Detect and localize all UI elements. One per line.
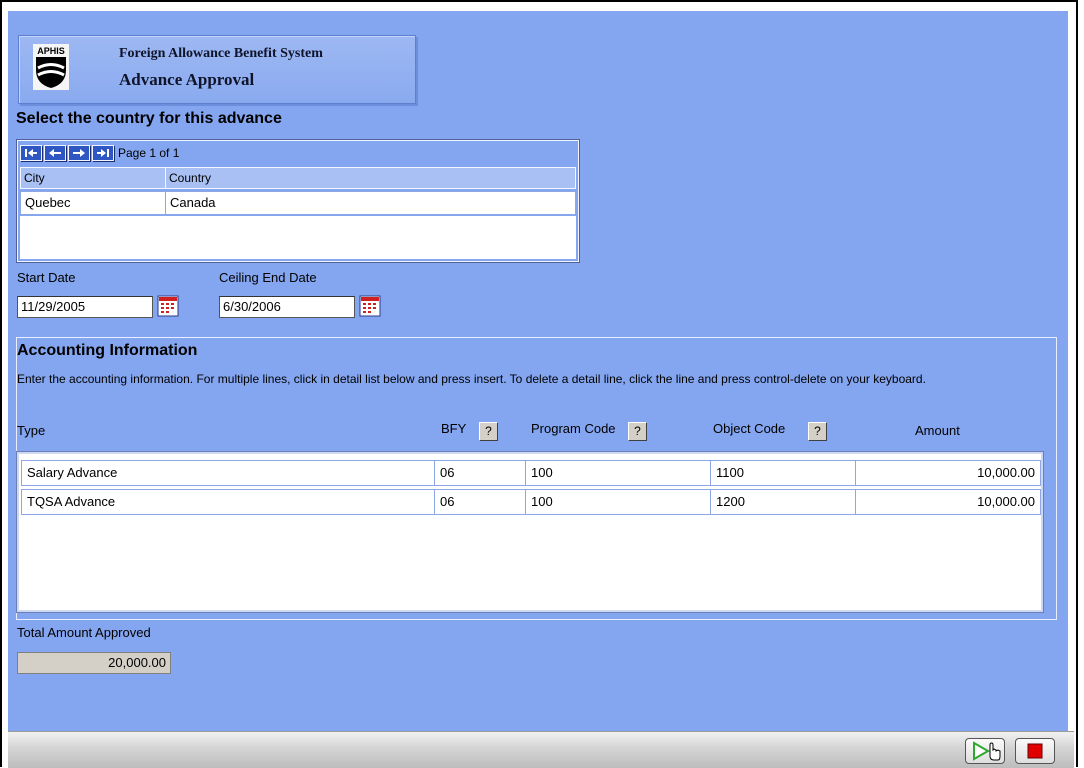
status-bar — [8, 731, 1074, 768]
accounting-title: Accounting Information — [17, 342, 198, 359]
column-header-type: Type — [17, 423, 46, 438]
column-header-program-code: Program Code — [531, 421, 616, 436]
column-header-amount: Amount — [915, 423, 960, 438]
city-cell: Quebec — [21, 192, 166, 214]
stop-icon — [1027, 743, 1043, 759]
stop-button[interactable] — [1015, 738, 1055, 764]
start-date-label: Start Date — [17, 270, 76, 285]
program-code-cell: 100 — [526, 461, 711, 485]
ceiling-end-date-input[interactable]: 6/30/2006 — [219, 296, 355, 318]
column-header-city[interactable]: City — [21, 168, 166, 188]
arrow-left-icon — [49, 149, 61, 157]
accounting-detail-grid[interactable]: Salary Advance 06 100 1100 10,000.00 TQS… — [16, 451, 1044, 613]
run-button[interactable] — [965, 738, 1005, 764]
table-row[interactable]: Quebec Canada — [20, 191, 576, 215]
logo-text: APHIS — [37, 46, 65, 56]
next-page-button[interactable] — [68, 145, 90, 161]
last-page-icon — [97, 149, 109, 157]
type-cell: Salary Advance — [22, 461, 435, 485]
accounting-instructions: Enter the accounting information. For mu… — [17, 372, 926, 386]
object-code-cell: 1200 — [711, 490, 856, 514]
country-grid-header: City Country — [20, 167, 576, 189]
start-date-input[interactable]: 11/29/2005 — [17, 296, 153, 318]
table-row[interactable]: TQSA Advance 06 100 1200 10,000.00 — [21, 489, 1041, 515]
screen-title: Advance Approval — [119, 70, 255, 89]
page-indicator: Page 1 of 1 — [118, 146, 180, 160]
object-code-help-button[interactable]: ? — [808, 422, 827, 441]
first-page-button[interactable] — [20, 145, 42, 161]
amount-cell: 10,000.00 — [977, 465, 1035, 480]
amount-cell: 10,000.00 — [977, 494, 1035, 509]
column-header-bfy: BFY — [441, 421, 467, 436]
column-header-object-code: Object Code — [713, 421, 786, 436]
pager: Page 1 of 1 — [20, 145, 179, 161]
country-cell: Canada — [170, 195, 216, 210]
calendar-icon[interactable] — [359, 295, 381, 317]
header-banner: APHIS Foreign Allowance Benefit System A… — [18, 35, 416, 104]
country-grid: Page 1 of 1 City Country Quebec Canada — [16, 139, 580, 263]
object-code-cell: 1100 — [711, 461, 856, 485]
first-page-icon — [25, 149, 37, 157]
system-name: Foreign Allowance Benefit System — [119, 46, 323, 61]
country-section-title: Select the country for this advance — [16, 110, 282, 127]
aphis-logo-icon: APHIS — [33, 44, 69, 90]
calendar-icon[interactable] — [157, 295, 179, 317]
program-code-help-button[interactable]: ? — [628, 422, 647, 441]
type-cell: TQSA Advance — [22, 490, 435, 514]
program-code-cell: 100 — [526, 490, 711, 514]
total-amount-field: 20,000.00 — [17, 652, 171, 674]
bfy-cell: 06 — [435, 490, 526, 514]
bfy-help-button[interactable]: ? — [479, 422, 498, 441]
last-page-button[interactable] — [92, 145, 114, 161]
country-grid-empty-area — [20, 216, 576, 259]
column-header-country[interactable]: Country — [166, 168, 575, 188]
prev-page-button[interactable] — [44, 145, 66, 161]
table-row[interactable]: Salary Advance 06 100 1100 10,000.00 — [21, 460, 1041, 486]
ceiling-end-date-label: Ceiling End Date — [219, 270, 317, 285]
total-amount-label: Total Amount Approved — [17, 625, 151, 640]
play-icon — [973, 741, 1001, 761]
bfy-cell: 06 — [435, 461, 526, 485]
arrow-right-icon — [73, 149, 85, 157]
